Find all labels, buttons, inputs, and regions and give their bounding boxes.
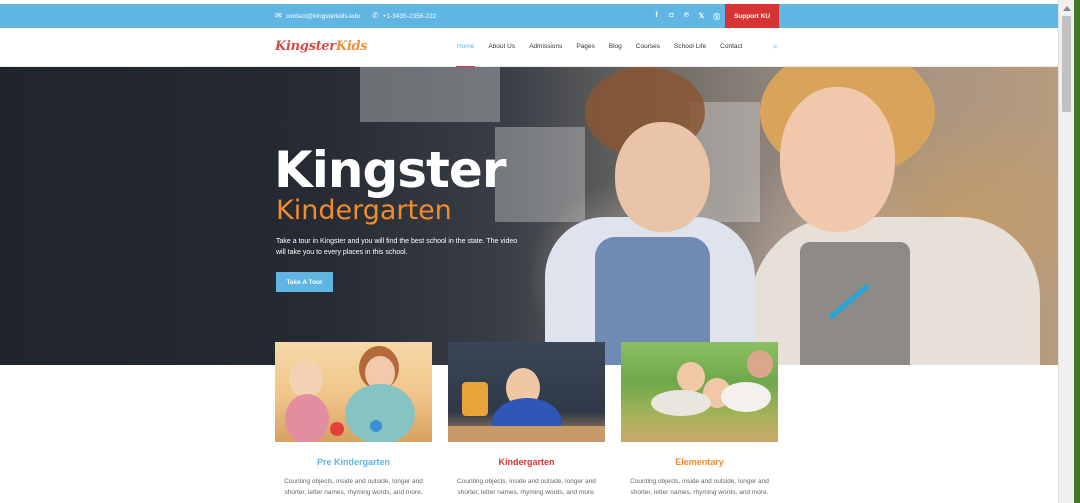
photo-detail [448,426,605,442]
support-button[interactable]: Support KU [725,4,779,28]
take-a-tour-button[interactable]: Take A Tour [276,272,333,292]
hero-title: Kingster [274,141,507,199]
nav-item-contact[interactable]: Contact [720,43,742,50]
email-contact[interactable]: ✉ contact@kingsterkids.edu [275,12,360,20]
photo-detail [651,390,711,416]
email-text: contact@kingsterkids.edu [285,12,361,20]
nav-item-about-us[interactable]: About Us [488,43,515,50]
nav-item-admissions[interactable]: Admissions [529,43,562,50]
photo-detail [345,384,415,442]
hero-photo-woman-vest [800,242,910,365]
nav-menu: Home About Us Admissions Pages Blog Cour… [455,43,743,68]
phone-icon: ✆ [372,11,379,20]
top-info-bar: ✉ contact@kingsterkids.edu ✆ +1-3435-235… [0,4,1058,28]
background-artwork [495,127,585,222]
photo-detail [285,394,329,442]
hero-subtitle: Kindergarten [276,195,452,226]
envelope-icon: ✉ [275,11,282,20]
card-title[interactable]: Elementary [621,457,778,467]
nav-item-courses[interactable]: Courses [636,43,660,50]
search-icon[interactable]: ⌕ [773,42,777,52]
program-card-pre-kindergarten[interactable]: Pre Kindergarten Counting objects, insid… [275,342,432,496]
photo-detail [370,420,382,432]
vertical-scrollbar[interactable] [1058,0,1074,503]
photo-detail [721,382,771,412]
card-image[interactable] [448,342,605,442]
card-title[interactable]: Kindergarten [448,457,605,467]
skype-icon[interactable]: Ⓢ [713,12,720,22]
instagram-icon[interactable]: ◘ [668,12,675,22]
hero-photo-girl-face [615,122,710,232]
logo-text-part1: Kingster [275,39,336,54]
logo-text-part2: Kids [335,39,368,54]
photo-detail [289,360,323,398]
nav-item-blog[interactable]: Blog [609,43,622,50]
x-icon[interactable]: 𝕏 [698,12,705,22]
nav-item-school-life[interactable]: School Life [674,43,706,50]
social-links: f ◘ ℗ 𝕏 Ⓢ [653,12,720,22]
program-card-kindergarten[interactable]: Kindergarten Counting objects, inside an… [448,342,605,496]
photo-detail [330,422,344,436]
card-title[interactable]: Pre Kindergarten [275,457,432,467]
hero-photo-woman-face [780,87,895,232]
card-image[interactable] [275,342,432,442]
desktop-background-edge [1074,0,1080,503]
card-description: Counting objects, inside and outside, lo… [284,478,423,496]
scroll-up-arrow-icon[interactable] [1063,6,1071,11]
site-logo[interactable]: KingsterKids [275,39,368,54]
background-artwork [360,67,500,122]
card-image[interactable] [621,342,778,442]
program-card-elementary[interactable]: Elementary Counting objects, inside and … [621,342,778,496]
hero-section: Kingster Kindergarten Take a tour in Kin… [0,67,1058,365]
photo-detail [677,362,705,392]
main-navigation: KingsterKids Home About Us Admissions Pa… [0,28,1058,68]
phone-contact[interactable]: ✆ +1-3435-2356-222 [372,12,436,20]
phone-text: +1-3435-2356-222 [382,12,437,20]
facebook-icon[interactable]: f [653,12,660,22]
photo-detail [462,382,488,416]
card-description: Counting objects, inside and outside, lo… [457,478,596,496]
photo-detail [747,350,773,378]
browser-viewport: ✉ contact@kingsterkids.edu ✆ +1-3435-235… [0,0,1058,503]
hero-description: Take a tour in Kingster and you will fin… [276,238,518,256]
nav-item-pages[interactable]: Pages [576,43,594,50]
pinterest-icon[interactable]: ℗ [683,12,690,22]
nav-item-home[interactable]: Home [455,43,476,68]
scrollbar-thumb[interactable] [1062,16,1071,112]
card-description: Counting objects, inside and outside, lo… [630,478,769,496]
